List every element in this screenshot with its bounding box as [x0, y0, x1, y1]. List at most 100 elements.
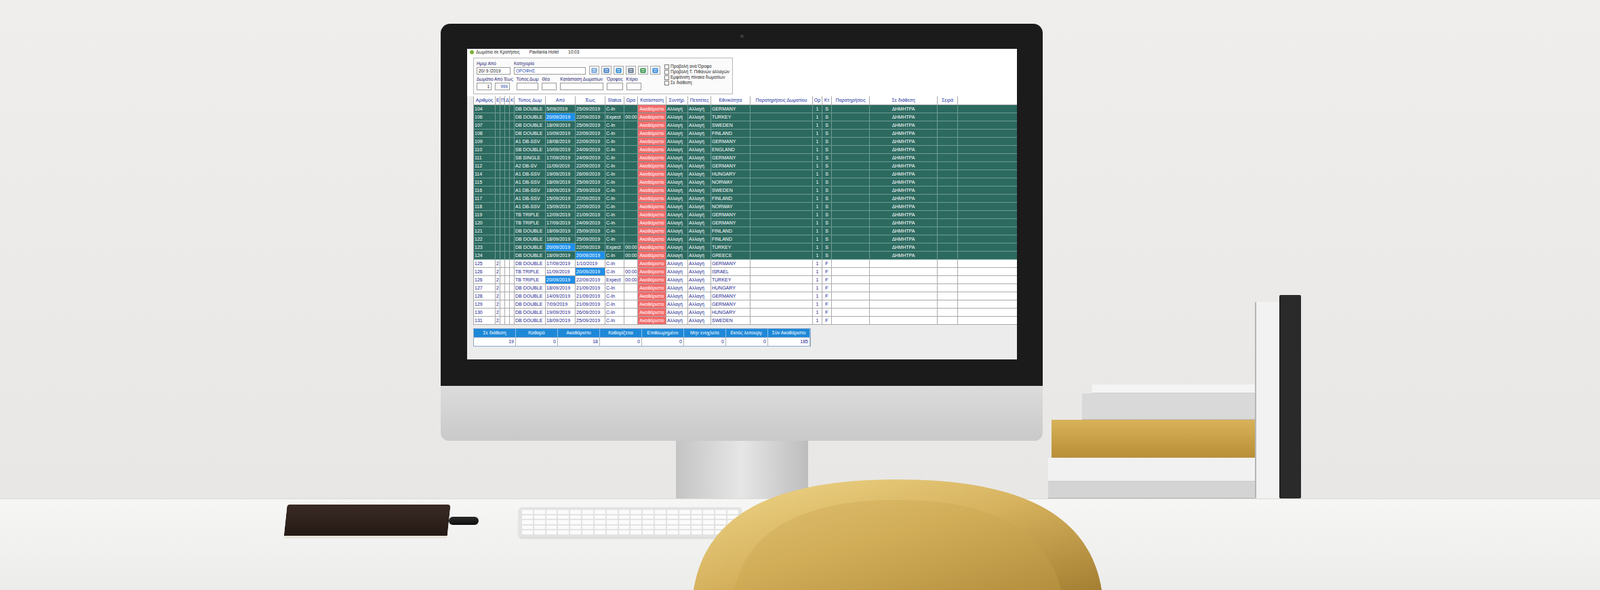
key[interactable]	[691, 520, 703, 525]
key[interactable]	[630, 509, 642, 514]
key[interactable]	[654, 515, 666, 520]
key[interactable]	[594, 530, 606, 535]
column-header[interactable]: Ε	[495, 96, 501, 105]
table-row[interactable]: 111SB SINGLE17/09/201924/09/2019C-InΑκαθ…	[473, 153, 1017, 163]
key[interactable]	[606, 530, 618, 535]
column-header[interactable]: Σειρά	[937, 96, 958, 105]
key[interactable]	[570, 515, 582, 520]
table-row[interactable]: 110SB DOUBLE10/09/201924/09/2019C-InΑκαθ…	[473, 145, 1017, 154]
column-header[interactable]: Συντήρ.	[666, 96, 689, 105]
key[interactable]	[654, 530, 666, 535]
column-header[interactable]: Αριθμός	[473, 96, 496, 105]
option-checkbox[interactable]: Προβολή Τ. Πιθανών αλλαγών	[664, 69, 730, 75]
key[interactable]	[534, 515, 546, 520]
column-header[interactable]: Παρατηρήσεις	[831, 96, 870, 105]
category-field[interactable]: ΟΡΟΦΗΣ	[513, 67, 586, 75]
key[interactable]	[618, 509, 630, 514]
key[interactable]	[703, 530, 714, 535]
column-header[interactable]: Από	[545, 96, 576, 105]
key[interactable]	[667, 525, 678, 530]
key[interactable]	[522, 515, 533, 520]
key[interactable]	[679, 515, 691, 520]
key[interactable]	[642, 520, 654, 525]
key[interactable]	[679, 520, 691, 525]
key[interactable]	[606, 525, 618, 530]
key[interactable]	[522, 520, 533, 525]
key[interactable]	[642, 530, 654, 535]
table-row[interactable]: 107DB DOUBLE18/09/201925/09/2019C-InΑκαθ…	[473, 121, 1017, 130]
key[interactable]	[606, 509, 618, 514]
filter-field[interactable]	[516, 82, 539, 91]
key[interactable]	[546, 515, 558, 520]
key[interactable]	[570, 525, 582, 530]
key[interactable]	[546, 520, 558, 525]
key[interactable]	[667, 530, 678, 535]
room-from-field[interactable]: 1	[476, 82, 492, 91]
checkbox-box[interactable]	[664, 75, 670, 80]
column-header[interactable]: Ωρα	[624, 96, 638, 105]
tool-button[interactable]	[589, 65, 600, 75]
key[interactable]	[534, 509, 546, 514]
table-row[interactable]: 119TB TRIPLE12/09/201921/09/2019C-InΑκαθ…	[473, 210, 1017, 219]
table-row[interactable]: 123DB DOUBLE20/09/201922/09/2019Expect00…	[473, 243, 1017, 252]
column-header[interactable]: Έως	[575, 96, 606, 105]
key[interactable]	[691, 515, 703, 520]
table-row[interactable]: 124DB DOUBLE18/09/201920/09/2019C-In00:0…	[473, 251, 1017, 260]
key[interactable]	[557, 525, 569, 530]
key[interactable]	[582, 530, 594, 535]
key[interactable]	[606, 520, 618, 525]
column-header[interactable]: Κατάσταση	[637, 96, 667, 105]
key[interactable]	[522, 509, 533, 514]
checkbox-box[interactable]	[664, 80, 670, 86]
column-header[interactable]: Πετσέτες	[688, 96, 712, 105]
key[interactable]	[703, 515, 714, 520]
option-checkbox[interactable]: Προβολή ανά Όροφο	[664, 63, 730, 70]
key[interactable]	[582, 509, 594, 514]
table-row[interactable]: 108DB DOUBLE10/09/201922/09/2019C-InΑκαθ…	[473, 129, 1017, 138]
key[interactable]	[594, 509, 606, 514]
table-row[interactable]: 116A1 DB-SSV18/09/201925/09/2019C-InΑκαθ…	[473, 186, 1017, 195]
table-row[interactable]: 1252DB DOUBLE17/09/20191/10/2019C-InΑκαθ…	[473, 259, 1017, 268]
key[interactable]	[630, 520, 642, 525]
keyboard[interactable]	[518, 507, 742, 537]
key[interactable]	[570, 509, 582, 514]
tool-button[interactable]	[625, 65, 636, 75]
table-row[interactable]: 117A1 DB-SSV15/09/201922/09/2019C-InΑκαθ…	[473, 194, 1017, 203]
key[interactable]	[522, 530, 533, 535]
date-field[interactable]: 20/ 9 /2019	[476, 67, 511, 75]
table-row[interactable]: 1282DB DOUBLE14/09/201921/09/2019C-InΑκα…	[473, 292, 1017, 301]
filter-field[interactable]	[626, 82, 642, 91]
key[interactable]	[557, 515, 569, 520]
filter-field[interactable]	[560, 82, 604, 91]
key[interactable]	[667, 515, 678, 520]
key[interactable]	[679, 509, 691, 514]
key[interactable]	[715, 515, 727, 520]
table-row[interactable]: 1302DB DOUBLE19/09/201926/09/2019C-InΑκα…	[473, 308, 1017, 317]
key[interactable]	[667, 509, 678, 514]
table-row[interactable]: 1262TB TRIPLE11/09/201920/09/2019C-In00:…	[473, 267, 1017, 276]
key[interactable]	[691, 525, 703, 530]
key[interactable]	[642, 525, 654, 530]
checkbox-box[interactable]	[664, 69, 670, 75]
key[interactable]	[703, 520, 714, 525]
key[interactable]	[679, 530, 691, 535]
key[interactable]	[534, 530, 546, 535]
key[interactable]	[654, 509, 666, 514]
key[interactable]	[546, 530, 558, 535]
table-row[interactable]: 122DB DOUBLE18/09/201925/09/2019C-InΑκαθ…	[473, 235, 1017, 244]
filter-field[interactable]	[606, 82, 623, 91]
key[interactable]	[691, 530, 703, 535]
key[interactable]	[594, 515, 606, 520]
key[interactable]	[534, 525, 546, 530]
key[interactable]	[618, 515, 630, 520]
column-header[interactable]: Σε διάθεση	[869, 96, 938, 105]
key[interactable]	[606, 515, 618, 520]
column-header[interactable]: Τύπος Δωμ	[514, 96, 546, 105]
column-header[interactable]: Εθνικότητα	[711, 96, 751, 105]
key[interactable]	[642, 509, 654, 514]
key[interactable]	[667, 520, 678, 525]
key[interactable]	[630, 525, 642, 530]
key[interactable]	[703, 509, 714, 514]
table-row[interactable]: 1292DB DOUBLE7/09/201921/09/2019C-InΑκαθ…	[473, 300, 1017, 309]
key[interactable]	[570, 520, 582, 525]
